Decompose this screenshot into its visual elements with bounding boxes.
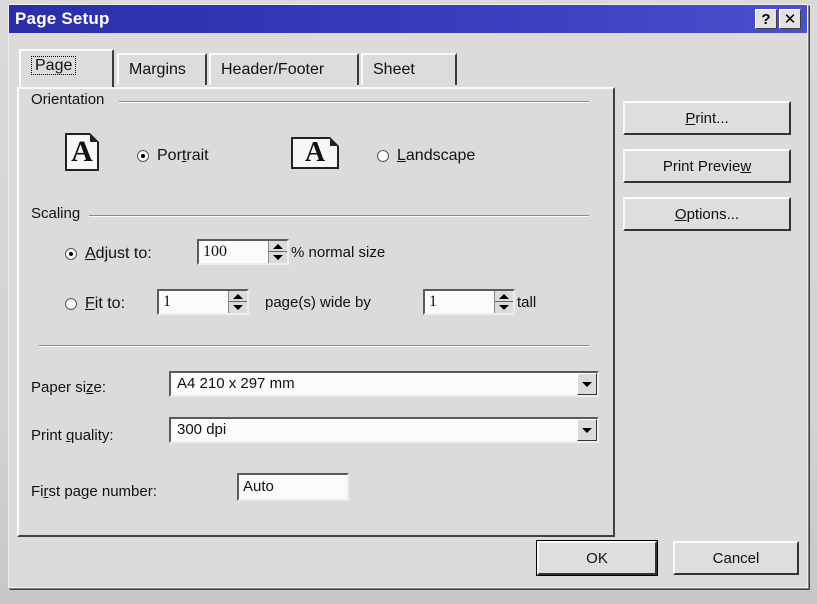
ok-button-label: OK [586, 549, 608, 567]
fit-wide-spinner[interactable]: 1 [157, 289, 249, 315]
title-bar[interactable]: Page Setup ? ✕ [9, 5, 807, 33]
orientation-divider [119, 101, 589, 103]
landscape-page-icon: A [291, 137, 339, 169]
tab-header-footer[interactable]: Header/Footer [209, 53, 359, 85]
portrait-label: Portrait [157, 147, 209, 164]
first-page-number-label: First page number: [31, 483, 157, 500]
adjust-to-value: 100 [203, 243, 227, 260]
fit-tall-spinner[interactable]: 1 [423, 289, 515, 315]
adjust-to-option[interactable]: Adjust to: [65, 245, 152, 263]
normal-size-label: % normal size [291, 244, 386, 261]
page-setup-dialog: Page Setup ? ✕ Page Margins Header/Foote… [8, 4, 808, 588]
tab-sheet-label: Sheet [373, 61, 415, 78]
print-preview-button-label: Print Preview [662, 157, 752, 175]
close-button[interactable]: ✕ [779, 9, 801, 29]
help-button[interactable]: ? [755, 9, 777, 29]
pages-wide-label: page(s) wide by [265, 294, 371, 311]
fit-to-radio[interactable] [65, 298, 77, 310]
paper-size-label: Paper size: [31, 379, 107, 396]
print-button[interactable]: Print... [623, 101, 791, 135]
tab-margins-label: Margins [129, 61, 186, 78]
fit-to-option[interactable]: Fit to: [65, 295, 125, 313]
fit-wide-spin-arrows[interactable] [228, 291, 247, 313]
adjust-to-spin-arrows[interactable] [268, 241, 287, 263]
adjust-to-radio[interactable] [65, 248, 77, 260]
print-quality-select[interactable]: 300 dpi [169, 417, 599, 443]
orientation-group-label: Orientation [31, 91, 111, 108]
fit-tall-value: 1 [429, 293, 437, 310]
portrait-page-icon: A [65, 133, 99, 171]
print-button-label: Print... [685, 109, 729, 127]
scaling-group-label: Scaling [31, 205, 87, 222]
tall-label: tall [517, 294, 537, 311]
adjust-to-label: Adjust to: [85, 245, 152, 262]
print-preview-button[interactable]: Print Preview [623, 149, 791, 183]
tab-page-label: Page [31, 56, 77, 75]
options-button-label: Options... [674, 205, 740, 223]
paper-divider [39, 345, 589, 347]
tab-header-footer-label: Header/Footer [221, 61, 325, 78]
tab-page[interactable]: Page [19, 49, 114, 87]
fit-tall-spin-arrows[interactable] [494, 291, 513, 313]
adjust-to-spinner[interactable]: 100 [197, 239, 289, 265]
print-quality-label: Print quality: [31, 427, 114, 444]
print-quality-value: 300 dpi [177, 421, 227, 438]
page-tab-panel: Orientation A Portrait A Landscape Scali… [17, 87, 615, 537]
fit-wide-value: 1 [163, 293, 171, 310]
paper-size-select[interactable]: A4 210 x 297 mm [169, 371, 599, 397]
landscape-radio[interactable] [377, 150, 389, 162]
print-quality-dropdown-arrow[interactable] [577, 419, 597, 441]
landscape-option[interactable]: Landscape [377, 147, 475, 165]
cancel-button[interactable]: Cancel [673, 541, 799, 575]
scaling-divider [89, 215, 589, 217]
ok-button[interactable]: OK [536, 540, 658, 576]
portrait-glyph: A [71, 135, 93, 168]
paper-size-value: A4 210 x 297 mm [177, 375, 295, 392]
fit-to-label: Fit to: [85, 295, 126, 312]
landscape-glyph: A [304, 137, 326, 168]
tab-sheet[interactable]: Sheet [361, 53, 457, 85]
paper-size-dropdown-arrow[interactable] [577, 373, 597, 395]
tab-margins[interactable]: Margins [117, 53, 207, 85]
dialog-title: Page Setup [15, 9, 110, 28]
options-button[interactable]: Options... [623, 197, 791, 231]
portrait-option[interactable]: Portrait [137, 147, 209, 165]
first-page-number-value: Auto [243, 478, 274, 495]
portrait-radio[interactable] [137, 150, 149, 162]
cancel-button-label: Cancel [712, 549, 760, 567]
landscape-label: Landscape [397, 147, 476, 164]
first-page-number-input[interactable]: Auto [237, 473, 349, 501]
